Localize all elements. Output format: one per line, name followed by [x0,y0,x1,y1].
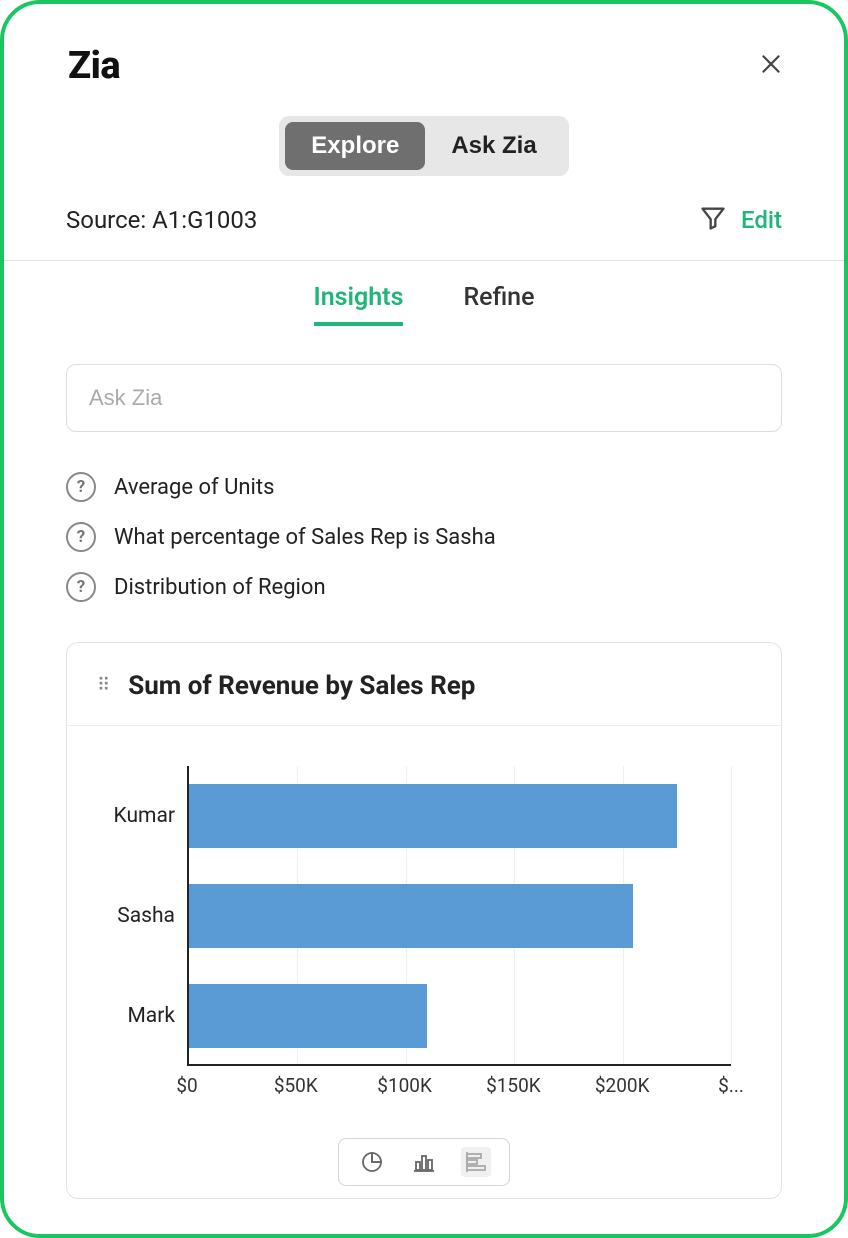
ask-zia-input[interactable] [66,364,782,432]
chart-header: ⠿ Sum of Revenue by Sales Rep [67,643,781,726]
x-tick-label: $150K [486,1074,541,1097]
chart-card: ⠿ Sum of Revenue by Sales Rep KumarSasha… [66,642,782,1199]
x-tick-label: $0 [176,1074,197,1097]
x-tick-label: $... [718,1074,744,1097]
chart-bar [189,784,677,848]
suggestion-label: Average of Units [114,475,274,500]
tab-ask-zia[interactable]: Ask Zia [425,122,562,170]
pie-chart-icon [360,1150,384,1174]
zia-panel: Zia Explore Ask Zia Source: A1:G1003 Edi… [0,0,848,1238]
suggestion-label: What percentage of Sales Rep is Sasha [114,525,496,550]
suggestion-list: ? Average of Units ? What percentage of … [66,462,782,612]
y-tick-label: Mark [127,1004,189,1028]
suggestion-item[interactable]: ? What percentage of Sales Rep is Sasha [66,512,782,562]
divider [4,260,844,261]
chart-type-bar[interactable] [461,1147,491,1177]
column-chart-icon [412,1150,436,1174]
suggestion-item[interactable]: ? Average of Units [66,462,782,512]
suggestion-label: Distribution of Region [114,575,326,600]
chart-plot-area: KumarSashaMark [187,766,731,1066]
y-tick-label: Sasha [117,904,189,928]
chart-type-column[interactable] [409,1147,439,1177]
x-tick-label: $50K [274,1074,318,1097]
content-area: ? Average of Units ? What percentage of … [4,364,844,1199]
source-range-label: Source: A1:G1003 [66,206,257,234]
close-button[interactable] [758,51,784,81]
subtab-refine[interactable]: Refine [463,283,534,326]
tab-explore[interactable]: Explore [285,122,425,170]
filter-icon [699,204,727,232]
chart-bar [189,884,633,948]
chart-bar [189,984,427,1048]
drag-handle-icon[interactable]: ⠿ [97,677,110,695]
gridline [731,766,732,1064]
app-title: Zia [68,44,120,88]
y-tick-label: Kumar [114,804,189,828]
suggestion-item[interactable]: ? Distribution of Region [66,562,782,612]
mode-segmented-control: Explore Ask Zia [4,116,844,176]
x-tick-label: $200K [595,1074,650,1097]
header: Zia [4,44,844,88]
chart-type-switcher [67,1120,781,1198]
question-icon: ? [66,472,96,502]
close-icon [758,51,784,77]
chart-title: Sum of Revenue by Sales Rep [128,671,475,701]
filter-button[interactable] [699,204,727,236]
bar-chart-icon [464,1150,488,1174]
chart-type-pie[interactable] [357,1147,387,1177]
question-icon: ? [66,572,96,602]
question-icon: ? [66,522,96,552]
chart-x-axis: $0$50K$100K$150K$200K$... [187,1066,731,1100]
edit-source-link[interactable]: Edit [741,206,782,234]
x-tick-label: $100K [377,1074,432,1097]
subtab-bar: Insights Refine [4,283,844,326]
subtab-insights[interactable]: Insights [314,283,404,326]
chart-body: KumarSashaMark $0$50K$100K$150K$200K$... [67,726,781,1120]
source-row: Source: A1:G1003 Edit [4,204,844,236]
